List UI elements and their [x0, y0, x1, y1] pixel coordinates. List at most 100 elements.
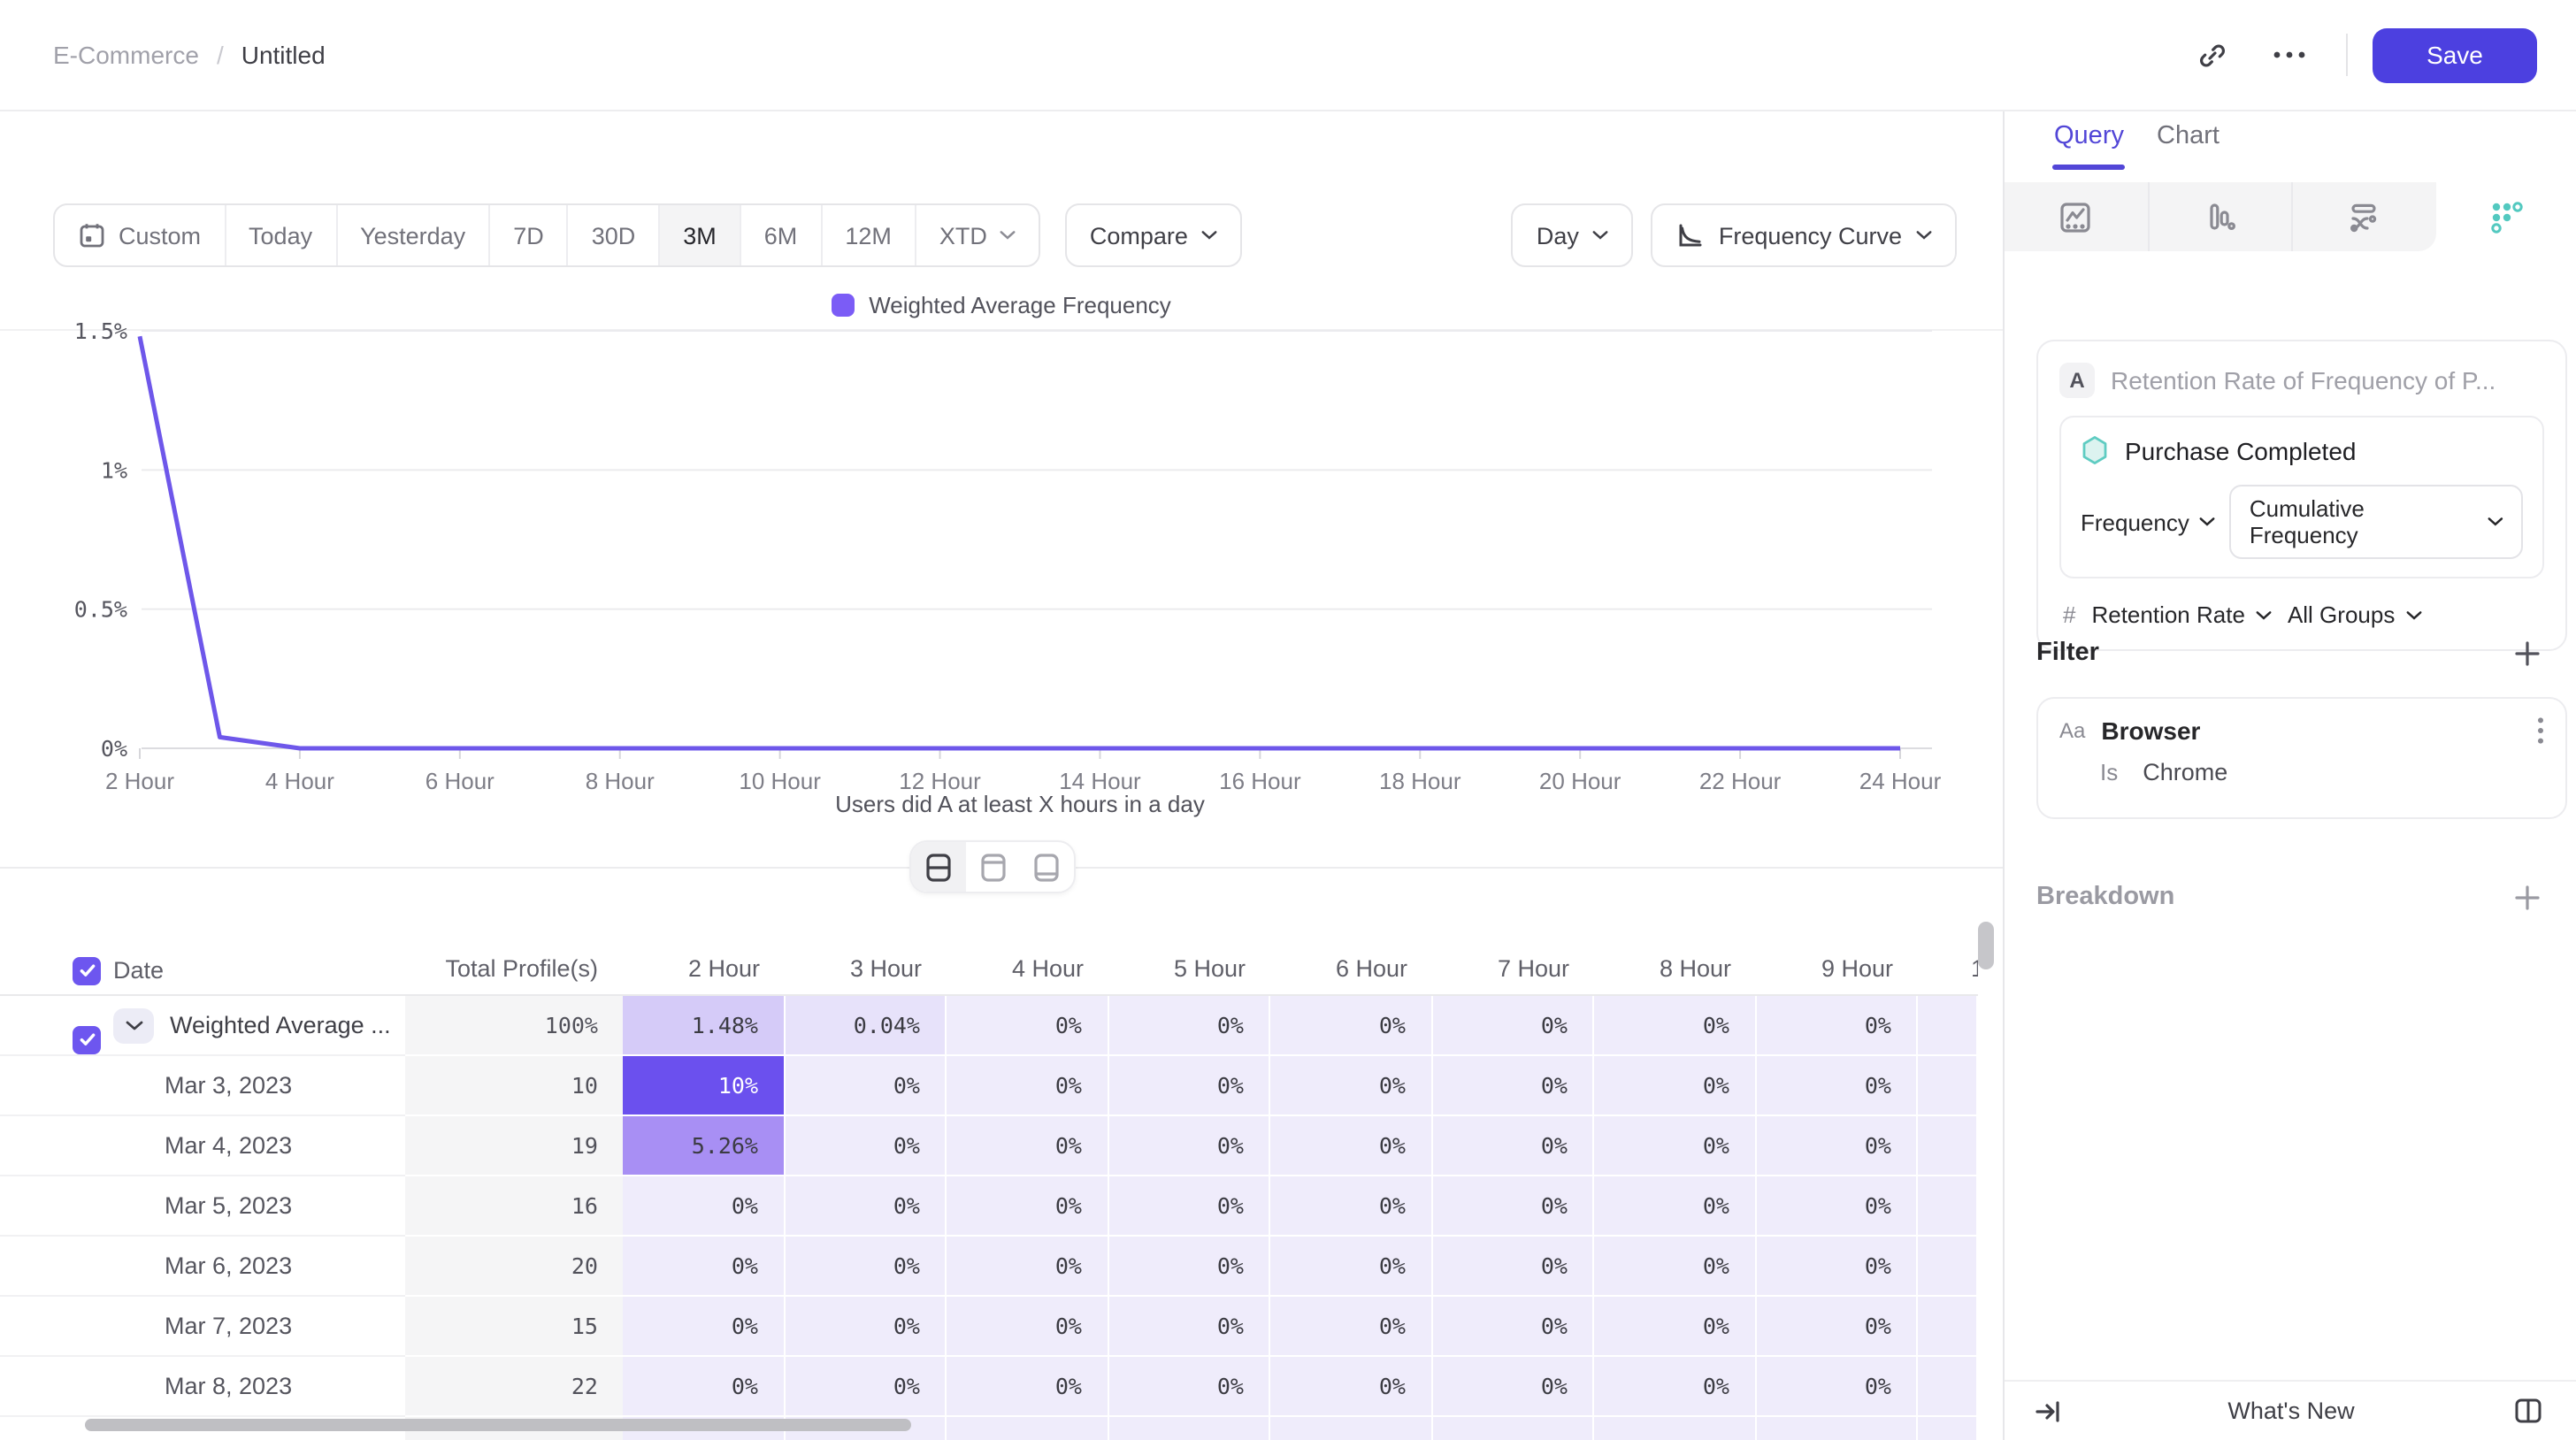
range-button-12m[interactable]: 12M	[820, 205, 915, 265]
range-button-custom[interactable]: Custom	[55, 205, 224, 265]
breakdown-title: Breakdown	[2036, 883, 2174, 911]
more-options-button[interactable]	[2265, 30, 2314, 80]
granularity-dropdown[interactable]: Day	[1512, 203, 1634, 267]
retention-value-cell-partial	[1918, 1056, 1978, 1116]
aggregation-value: Retention Rate	[2091, 601, 2244, 628]
filter-options-button[interactable]	[2537, 716, 2544, 745]
checkbox-checked[interactable]	[73, 956, 101, 984]
column-header-hour: 2 Hour	[623, 946, 785, 994]
retention-value-cell: 0%	[785, 1056, 947, 1116]
retention-value-cell: 0%	[947, 1056, 1108, 1116]
measure-type-dropdown[interactable]: Cumulative Frequency	[2230, 485, 2523, 559]
chevron-down-icon	[1593, 230, 1609, 241]
retention-value-cell: 0%	[1270, 1357, 1432, 1417]
row-label: Mar 7, 2023	[165, 1297, 292, 1355]
chart-type-frequency[interactable]	[2435, 182, 2576, 251]
compare-button[interactable]: Compare	[1065, 203, 1243, 267]
retention-value-cell: 0%	[1594, 1056, 1756, 1116]
retention-value-cell: 0%	[1270, 1176, 1432, 1237]
whats-new-link[interactable]: What's New	[2005, 1398, 2576, 1424]
event-card: Purchase Completed Frequency Cumulative …	[2059, 416, 2544, 578]
table-row: Weighted Average ...100%1.48%0.04%0%0%0%…	[0, 996, 1978, 1056]
range-button-3m[interactable]: 3M	[658, 205, 740, 265]
plus-icon	[2513, 640, 2540, 666]
total-profiles-cell: 20	[405, 1237, 623, 1297]
retention-value-cell: 0%	[785, 1116, 947, 1176]
compare-label: Compare	[1090, 222, 1188, 249]
retention-value-cell: 0%	[785, 1176, 947, 1237]
column-header-hour-partial: 10 Hour	[1918, 946, 1978, 994]
breadcrumb-project[interactable]: E-Commerce	[53, 41, 199, 69]
range-button-xtd[interactable]: XTD	[915, 205, 1039, 265]
range-button-yesterday[interactable]: Yesterday	[335, 205, 488, 265]
breadcrumb-report-title[interactable]: Untitled	[242, 41, 326, 69]
layout-toggle-split-view[interactable]	[911, 842, 965, 892]
retention-value-cell-partial	[1918, 1176, 1978, 1237]
chart-type-bars[interactable]	[2149, 182, 2293, 251]
chevron-down-icon	[1916, 230, 1932, 241]
retention-value-cell: 0%	[1432, 996, 1594, 1056]
retention-value-cell: 0%	[1108, 1056, 1270, 1116]
layout-toggle-table-view[interactable]	[1020, 842, 1074, 892]
copy-link-button[interactable]	[2187, 30, 2236, 80]
retention-value-cell: 0%	[623, 1357, 785, 1417]
calendar-icon	[78, 221, 106, 249]
app-window: E-Commerce / Untitled Save	[0, 0, 2576, 1440]
retention-value-cell-partial	[1918, 1297, 1978, 1357]
svg-text:1.5%: 1.5%	[74, 318, 127, 344]
groups-dropdown[interactable]: All Groups	[2288, 601, 2421, 628]
layout-toggle-chart-view[interactable]	[965, 842, 1019, 892]
table-horizontal-scrollbar[interactable]	[85, 1419, 911, 1431]
measure-dropdown[interactable]: Frequency	[2081, 509, 2216, 535]
retention-value-cell: 0%	[623, 1297, 785, 1357]
chart-mode-dropdown[interactable]: Frequency Curve	[1652, 203, 1957, 267]
table-vertical-scrollbar[interactable]	[1978, 922, 1994, 969]
column-header-hour: 3 Hour	[785, 946, 947, 994]
range-button-today[interactable]: Today	[224, 205, 335, 265]
save-button[interactable]: Save	[2373, 27, 2537, 82]
retention-value-cell: 0%	[947, 1237, 1108, 1297]
chevron-down-icon	[2405, 609, 2421, 620]
table-row: Mar 6, 2023200%0%0%0%0%0%0%0%	[0, 1237, 1978, 1297]
total-profiles-cell: 19	[405, 1116, 623, 1176]
retention-value-cell: 0%	[1432, 1357, 1594, 1417]
column-header-hour: 9 Hour	[1756, 946, 1918, 994]
chart-type-tabs	[2005, 182, 2576, 251]
checkbox-checked[interactable]	[73, 1025, 101, 1053]
measure-type-value: Cumulative Frequency	[2250, 495, 2475, 548]
row-label-cell: Mar 5, 2023	[0, 1176, 405, 1237]
series-title[interactable]: Retention Rate of Frequency of P...	[2111, 366, 2496, 394]
row-label-cell: Mar 8, 2023	[0, 1357, 405, 1417]
filter-card[interactable]: Aa Browser Is Chrome	[2036, 697, 2567, 819]
range-label: 7D	[513, 222, 544, 249]
filter-value[interactable]: Chrome	[2143, 759, 2227, 785]
aggregation-dropdown[interactable]: Retention Rate	[2091, 601, 2271, 628]
chart-type-insights[interactable]	[2005, 182, 2149, 251]
add-filter-button[interactable]	[2509, 635, 2544, 670]
filter-operator[interactable]: Is	[2100, 759, 2118, 785]
retention-value-cell: 0%	[1270, 1297, 1432, 1357]
retention-value-cell: 0%	[1756, 1176, 1918, 1237]
range-button-7d[interactable]: 7D	[488, 205, 567, 265]
event-row[interactable]: Purchase Completed	[2081, 435, 2523, 465]
chevron-down-icon	[2488, 517, 2503, 527]
expand-row-button[interactable]	[113, 1008, 154, 1044]
add-breakdown-button[interactable]	[2509, 879, 2544, 915]
query-series-card: A Retention Rate of Frequency of P... Pu…	[2036, 340, 2567, 651]
retention-value-cell: 0%	[1594, 1357, 1756, 1417]
tab-query[interactable]: Query	[2054, 122, 2124, 150]
row-label: Mar 4, 2023	[165, 1116, 292, 1175]
retention-value-cell: 0%	[1108, 996, 1270, 1056]
table-row: Mar 5, 2023160%0%0%0%0%0%0%0%	[0, 1176, 1978, 1237]
filter-property[interactable]: Browser	[2101, 716, 2200, 745]
range-button-30d[interactable]: 30D	[567, 205, 659, 265]
range-button-6m[interactable]: 6M	[740, 205, 821, 265]
retention-value-cell: 0.04%	[785, 996, 947, 1056]
granularity-value: Day	[1537, 222, 1579, 249]
svg-text:1%: 1%	[101, 457, 127, 483]
breadcrumb-separator: /	[217, 41, 224, 69]
retention-value-cell: 0%	[1756, 1357, 1918, 1417]
chart-type-flows[interactable]	[2293, 182, 2435, 251]
retention-value-cell: 0%	[947, 1297, 1108, 1357]
tab-chart[interactable]: Chart	[2157, 122, 2220, 150]
